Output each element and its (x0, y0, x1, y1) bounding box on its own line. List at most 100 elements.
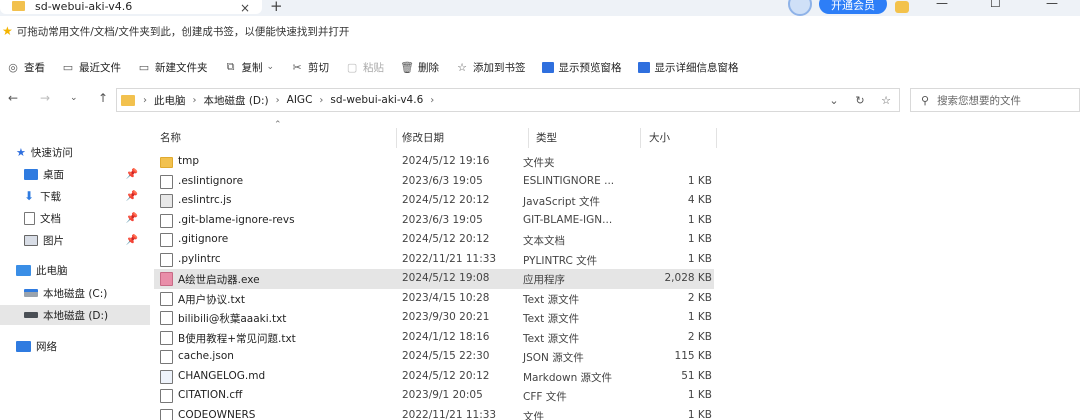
tab-close-button[interactable]: × (240, 1, 250, 15)
table-row[interactable]: CODEOWNERS 2022/11/21 11:33 文件 1 KB (154, 406, 714, 420)
table-row[interactable]: bilibili@秋葉aaaki.txt 2023/9/30 20:21 Text … (154, 308, 714, 328)
breadcrumb-sd-webui[interactable]: sd-webui-aki-v4.6 (330, 94, 423, 106)
paste-button[interactable]: ▢ 粘贴 (345, 60, 384, 75)
column-divider[interactable] (640, 128, 641, 148)
sidebar-item-documents[interactable]: 文档 📌 (0, 208, 150, 228)
breadcrumb-aigc[interactable]: AIGC (287, 94, 313, 106)
breadcrumb-drive-d[interactable]: 本地磁盘 (D:) (204, 93, 269, 108)
search-input[interactable]: ⚲ 搜索您想要的文件 (910, 88, 1080, 112)
favorite-star-icon[interactable]: ☆ (873, 94, 899, 107)
table-row[interactable]: CHANGELOG.md 2024/5/12 20:12 Markdown 源文件 5… (154, 367, 714, 387)
file-type: JavaScript 文件 (523, 196, 600, 208)
drive-c-icon (24, 289, 38, 297)
table-row[interactable]: A用户协议.txt 2023/4/15 10:28 Text 源文件 2 KB (154, 289, 714, 309)
file-name: .eslintignore (178, 174, 244, 187)
sidebar-item-desktop[interactable]: 桌面 📌 (0, 164, 150, 184)
column-divider[interactable] (528, 128, 529, 148)
pin-icon[interactable]: 📌 (126, 169, 138, 180)
forward-arrow-icon[interactable]: → (40, 91, 50, 105)
js-file-icon (160, 194, 173, 208)
sidebar-item-drive-c[interactable]: 本地磁盘 (C:) (0, 283, 150, 303)
table-row[interactable]: A绘世启动器.exe 2024/5/12 19:08 应用程序 2,028 KB (154, 269, 714, 289)
table-row[interactable]: .git-blame-ignore-revs 2023/6/3 19:05 GIT-… (154, 211, 714, 231)
vip-badge-icon[interactable] (895, 1, 909, 13)
sidebar-item-pictures[interactable]: 图片 📌 (0, 230, 150, 250)
copy-button[interactable]: ⧉ 复制 ⌄ (224, 60, 274, 75)
file-size: 1 KB (687, 252, 712, 265)
folder-icon (121, 94, 135, 106)
chevron-right-icon[interactable]: › (276, 95, 280, 106)
breadcrumb-this-pc[interactable]: 此电脑 (154, 93, 186, 108)
column-divider[interactable] (716, 128, 717, 148)
file-type: Text 源文件 (523, 332, 580, 345)
column-header-date[interactable]: 修改日期 (402, 130, 444, 145)
star-icon: ★ (16, 145, 26, 159)
refresh-icon[interactable]: ↻ (847, 94, 873, 107)
chevron-right-icon[interactable]: › (319, 95, 323, 106)
recent-locations-chevron-icon[interactable]: ⌄ (70, 93, 78, 103)
file-date: 2024/5/12 20:12 (402, 369, 490, 382)
file-name: bilibili@秋葉aaaki.txt (178, 313, 287, 325)
table-row[interactable]: CITATION.cff 2023/9/1 20:05 CFF 文件 1 KB (154, 386, 714, 406)
table-row[interactable]: .pylintrc 2022/11/21 11:33 PYLINTRC 文件 1 KB (154, 250, 714, 270)
avatar[interactable] (788, 0, 812, 16)
table-row[interactable]: .eslintrc.js 2024/5/12 20:12 JavaScript 文件… (154, 191, 714, 211)
column-header-type[interactable]: 类型 (536, 130, 557, 145)
drive-d-icon (24, 312, 38, 318)
table-row[interactable]: tmp 2024/5/12 19:16 文件夹 (154, 152, 714, 172)
sidebar-item-this-pc[interactable]: 此电脑 (0, 260, 150, 280)
address-bar[interactable]: › 此电脑 › 本地磁盘 (D:) › AIGC › sd-webui-aki-… (116, 88, 900, 112)
eye-icon: ◎ (8, 60, 18, 74)
up-arrow-icon[interactable]: ↑ (98, 91, 108, 105)
maximize-button[interactable]: ☐ (990, 0, 1001, 10)
column-header-size[interactable]: 大小 (649, 130, 670, 145)
file-size: 1 KB (687, 408, 712, 420)
search-icon: ⚲ (921, 93, 930, 107)
minimize-button[interactable]: — (936, 0, 948, 10)
file-name: .gitignore (178, 233, 229, 245)
add-bookmark-button[interactable]: ☆ 添加到书签 (455, 60, 525, 75)
file-size: 2 KB (687, 291, 712, 304)
chevron-right-icon[interactable]: › (193, 95, 197, 106)
sidebar-item-quick-access[interactable]: ★ 快速访问 (0, 142, 150, 162)
chevron-right-icon[interactable]: › (430, 95, 434, 106)
table-row[interactable]: .eslintignore 2023/6/3 19:05 ESLINTIGNORE … (154, 172, 714, 192)
chevron-right-icon[interactable]: › (143, 95, 147, 106)
column-header-name[interactable]: 名称 (160, 130, 181, 145)
back-arrow-icon[interactable]: ← (8, 91, 18, 105)
search-placeholder: 搜索您想要的文件 (937, 94, 1022, 107)
star-outline-icon: ☆ (457, 60, 467, 74)
pin-icon[interactable]: 📌 (126, 213, 138, 224)
preview-pane-button[interactable]: 显示预览窗格 (541, 60, 622, 75)
pin-icon[interactable]: 📌 (126, 191, 138, 202)
file-type: Markdown 源文件 (523, 371, 613, 384)
new-tab-button[interactable]: + (270, 0, 283, 15)
sidebar-item-drive-d[interactable]: 本地磁盘 (D:) (0, 305, 150, 325)
exe-icon (160, 272, 173, 286)
close-window-button[interactable]: — (1046, 0, 1058, 10)
vip-button[interactable]: 开通会员 (819, 0, 887, 14)
pin-icon[interactable]: 📌 (126, 235, 138, 246)
file-name: .git-blame-ignore-revs (178, 213, 295, 226)
table-row[interactable]: B使用教程+常见问题.txt 2024/1/12 18:16 Text 源文件 2 K… (154, 328, 714, 348)
file-type: 文件夹 (523, 157, 555, 169)
address-dropdown-icon[interactable]: ⌄ (821, 94, 847, 107)
new-folder-button[interactable]: ▭ 新建文件夹 (137, 60, 208, 75)
delete-button[interactable]: 🗑 删除 (400, 60, 439, 75)
table-row[interactable]: cache.json 2024/5/15 22:30 JSON 源文件 115 KB (154, 347, 714, 367)
markdown-file-icon (160, 369, 173, 384)
view-button[interactable]: ◎ 查看 (6, 60, 45, 75)
file-size: 1 KB (687, 389, 712, 401)
file-name: CODEOWNERS (178, 408, 256, 420)
tab-sd-webui-aki[interactable]: sd-webui-aki-v4.6 × (0, 0, 262, 15)
recent-files-button[interactable]: ▭ 最近文件 (61, 60, 121, 75)
file-type: GIT-BLAME-IGN... (523, 213, 613, 226)
sidebar-item-network[interactable]: 网络 (0, 336, 150, 356)
file-name: tmp (178, 155, 200, 167)
table-row[interactable]: .gitignore 2024/5/12 20:12 文本文档 1 KB (154, 230, 714, 250)
sidebar-item-downloads[interactable]: ⬇ 下载 📌 (0, 186, 150, 206)
cut-button[interactable]: ✂ 剪切 (290, 60, 329, 75)
column-divider[interactable] (396, 128, 397, 148)
bookmarks-bar: ★ 可拖动常用文件/文档/文件夹到此，创建成书签，以便能快速找到并打开 (0, 22, 1080, 40)
details-pane-button[interactable]: 显示详细信息窗格 (637, 60, 739, 75)
